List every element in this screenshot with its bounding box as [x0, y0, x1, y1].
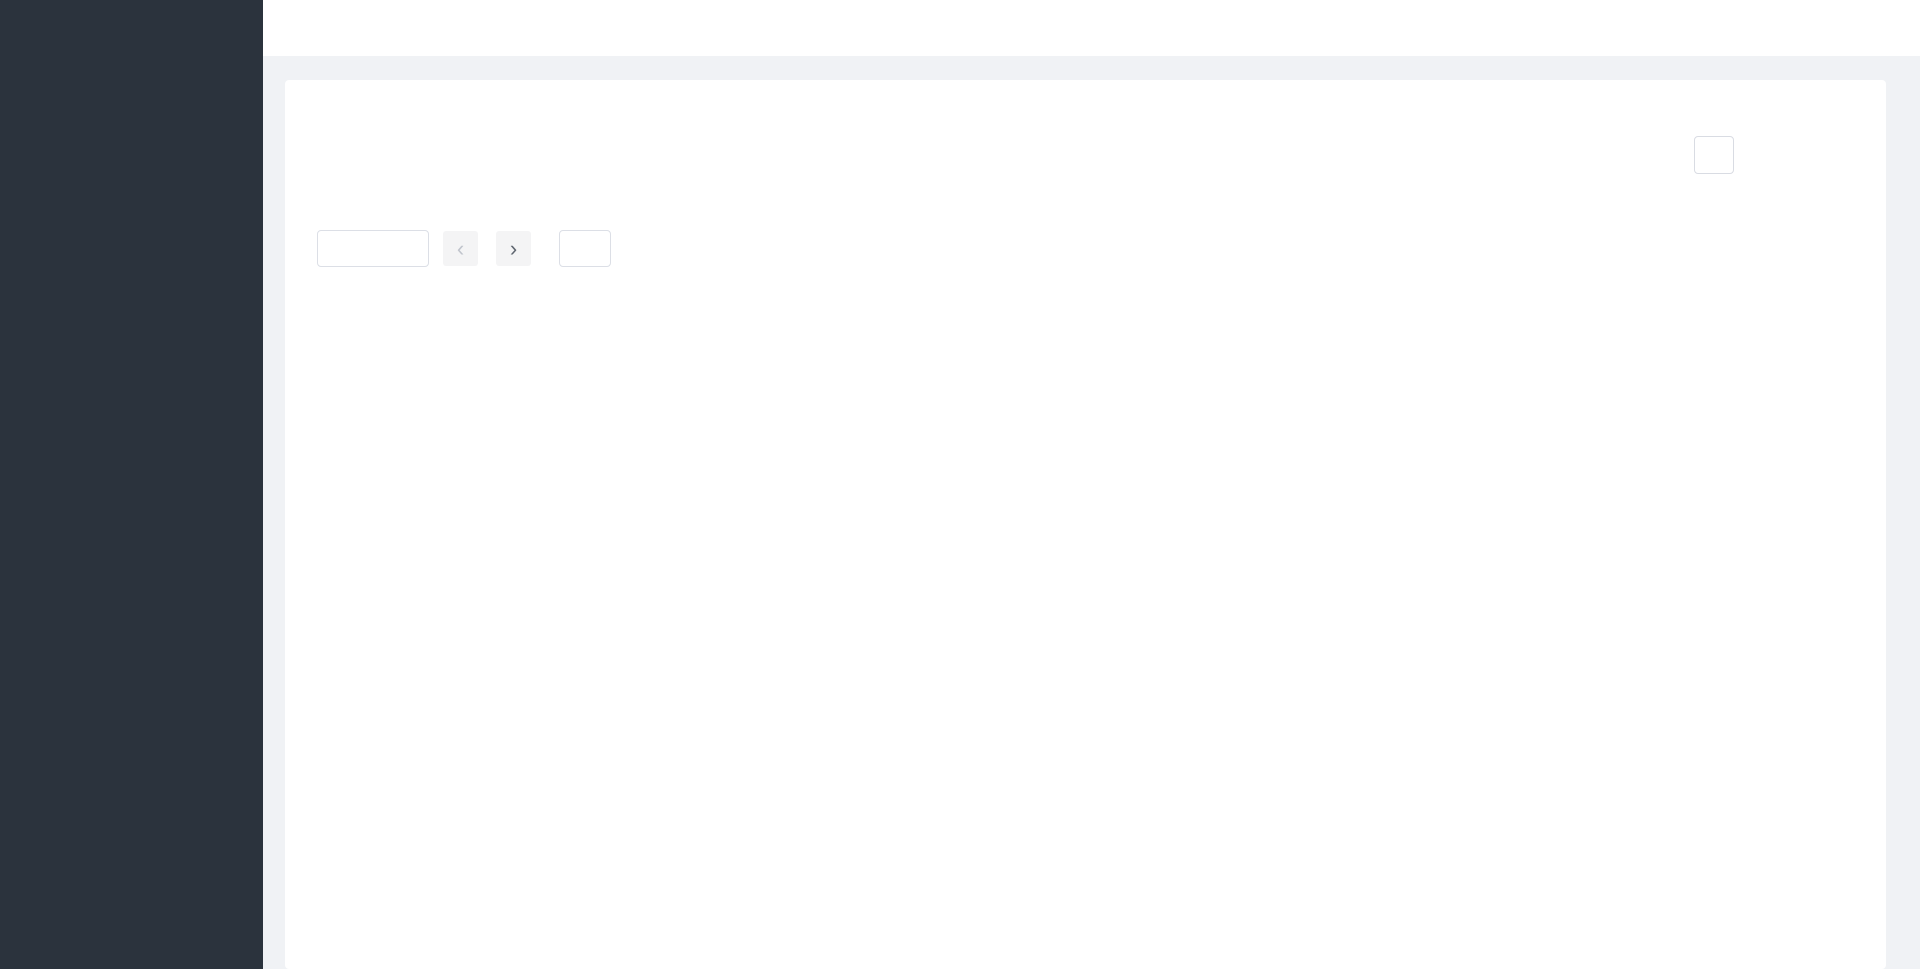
report-card: ‹ ›: [285, 80, 1886, 969]
page-size-select[interactable]: [317, 230, 429, 267]
clear-all-button[interactable]: [1806, 136, 1846, 174]
pagination: ‹ ›: [303, 230, 1868, 267]
prev-page-button[interactable]: ‹: [443, 231, 478, 266]
board-display-button[interactable]: [1860, 9, 1900, 47]
goto-page-input[interactable]: [559, 230, 611, 267]
export-button[interactable]: [1694, 136, 1734, 174]
toolbar: [303, 136, 1868, 174]
sidebar: [0, 0, 263, 969]
tab-bar: [263, 0, 1920, 56]
toolbar-right: [1694, 136, 1868, 174]
main-area: ‹ ›: [263, 0, 1920, 969]
search-button[interactable]: [1750, 136, 1790, 174]
tabbar-actions: [1808, 9, 1900, 47]
content: ‹ ›: [263, 56, 1920, 969]
pager: ‹ ›: [443, 231, 531, 266]
app: ‹ ›: [0, 0, 1920, 969]
close-button[interactable]: [1808, 9, 1848, 47]
next-page-button[interactable]: ›: [496, 231, 531, 266]
